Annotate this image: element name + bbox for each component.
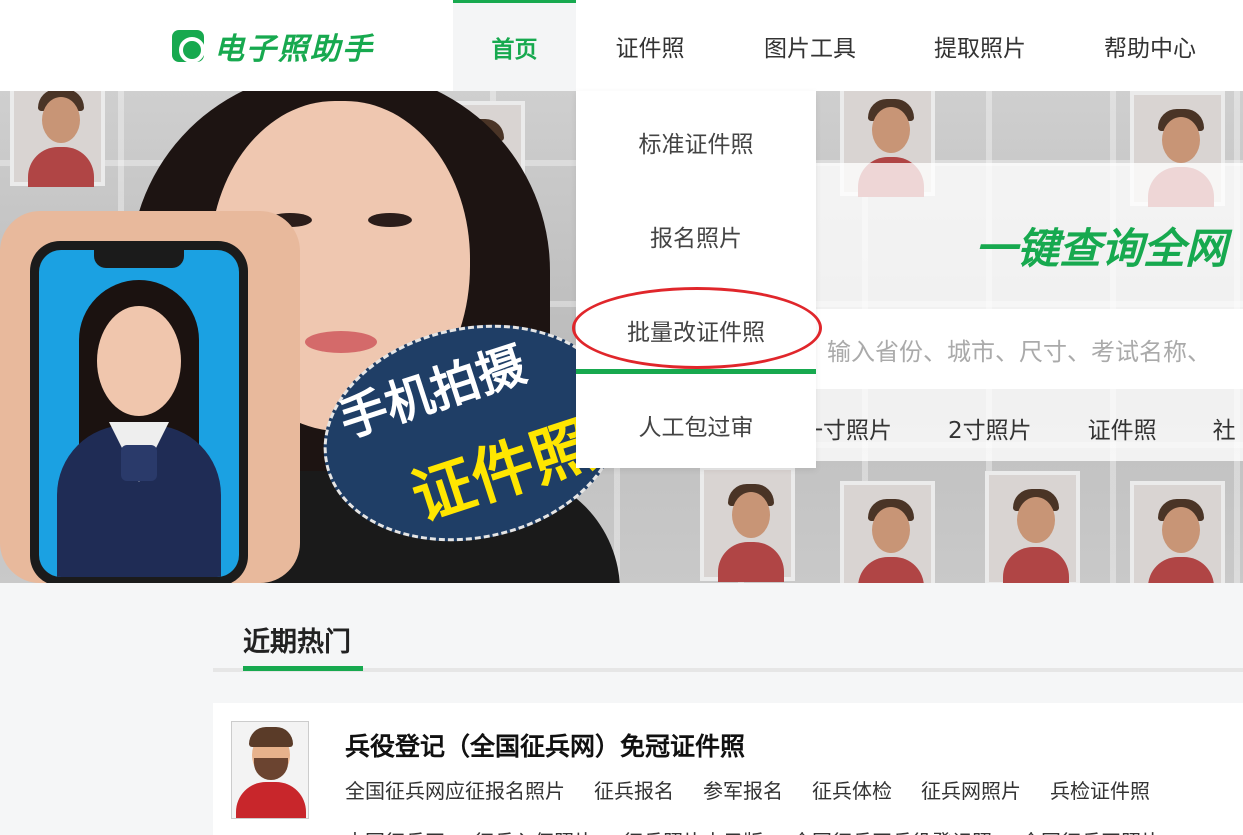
hot-tag[interactable]: 证件照 (1088, 411, 1157, 445)
top-header: 电子照助手 首页 证件照 图片工具 提取照片 帮助中心 (0, 0, 1243, 91)
card-tag[interactable]: 全国征兵网照片 (1021, 826, 1161, 835)
dropdown-item-standard-id-photo[interactable]: 标准证件照 (576, 125, 816, 159)
background-portrait (985, 471, 1080, 583)
hot-tags: 一寸照片 2寸照片 证件照 社 (800, 393, 1243, 463)
nav-image-tools[interactable]: 图片工具 (735, 0, 885, 91)
card-tag[interactable]: 征兵网照片 (921, 775, 1021, 804)
section-title: 近期热门 (243, 627, 351, 658)
dropdown-item-manual-review[interactable]: 人工包过审 (576, 408, 816, 442)
search-placeholder: 输入省份、城市、尺寸、考试名称、 (827, 337, 1211, 366)
card-tag[interactable]: 兵检证件照 (1050, 775, 1150, 804)
card-tag[interactable]: 全国征兵网应征报名照片 (345, 775, 565, 804)
nav-id-photo[interactable]: 证件照 (576, 0, 724, 91)
card-tag[interactable]: 参军报名 (703, 775, 783, 804)
dropdown-active-underline (576, 369, 816, 374)
recent-hot-header: 近期热门 (213, 620, 1243, 672)
dropdown-item-registration-photo[interactable]: 报名照片 (576, 219, 816, 253)
search-title: 一键查询全网 (975, 224, 1228, 273)
card-tag[interactable]: 征兵体检 (812, 775, 892, 804)
camera-logo-icon (172, 30, 205, 63)
background-portrait (840, 481, 935, 583)
site-logo[interactable]: 电子照助手 (172, 26, 374, 67)
logo-text: 电子照助手 (214, 32, 374, 67)
nav-home[interactable]: 首页 (453, 0, 576, 91)
card-thumbnail[interactable] (231, 721, 309, 819)
phone-image (30, 241, 248, 583)
hot-tag[interactable]: 社 (1213, 411, 1236, 445)
search-input[interactable]: 输入省份、城市、尺寸、考试名称、 (815, 309, 1243, 389)
hot-item-card[interactable]: 兵役登记（全国征兵网）免冠证件照 全国征兵网应征报名照片 征兵报名 参军报名 征… (213, 703, 1243, 835)
card-tag[interactable]: 征兵照片电子版 (623, 826, 763, 835)
id-photo-dropdown: 标准证件照 报名照片 批量改证件照 人工包过审 (572, 91, 822, 468)
background-portrait (1130, 481, 1225, 583)
card-tags: 全国征兵网应征报名照片 征兵报名 参军报名 征兵体检 征兵网照片 兵检证件照 中… (345, 775, 1225, 835)
card-title[interactable]: 兵役登记（全国征兵网）免冠证件照 (345, 727, 745, 763)
dropdown-item-batch-edit[interactable]: 批量改证件照 (576, 313, 816, 347)
card-tag[interactable]: 征兵入伍照片 (474, 826, 594, 835)
card-tag[interactable]: 征兵报名 (594, 775, 674, 804)
nav-extract-photo[interactable]: 提取照片 (905, 0, 1055, 91)
card-tag[interactable]: 全国征兵网兵役登记照 (792, 826, 992, 835)
hot-tag[interactable]: 2寸照片 (948, 411, 1032, 445)
background-portrait (700, 466, 795, 582)
nav-help-center[interactable]: 帮助中心 (1080, 0, 1220, 91)
section-title-underline (243, 666, 363, 671)
card-tag[interactable]: 中国征兵网 (345, 826, 445, 835)
